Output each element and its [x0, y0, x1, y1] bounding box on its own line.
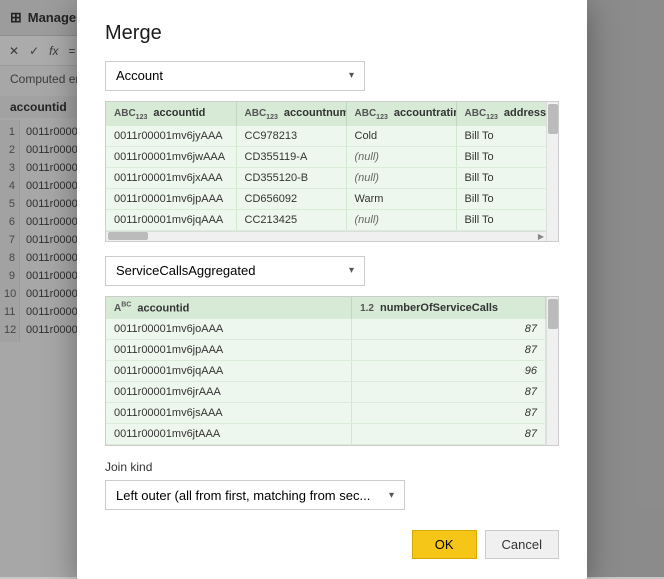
table1-body: 0011r00001mv6jyAAA CC978213 Cold Bill To…: [106, 126, 546, 231]
cell-accountid: 0011r00001mv6jrAAA: [106, 382, 352, 403]
table1-header: ABC123 accountid ABC123 accountnumber AB…: [106, 102, 546, 126]
join-kind-label: Join kind: [105, 460, 559, 474]
cell-address: Bill To: [456, 188, 546, 209]
table2-wrapper: ABC accountid 1.2 numberOfServiceCalls: [105, 296, 559, 446]
cell-rating: (null): [346, 167, 456, 188]
col-address1[interactable]: ABC123 address1_addr: [456, 102, 546, 126]
abc-icon: ABC123: [355, 108, 388, 119]
table-row: 0011r00001mv6jpAAA 87: [106, 340, 546, 361]
table-row: 0011r00001mv6jtAAA 87: [106, 424, 546, 445]
table2-body: 0011r00001mv6joAAA 87 0011r00001mv6jpAAA…: [106, 319, 546, 445]
cell-servicecount: 87: [352, 340, 546, 361]
cell-servicecount: 87: [352, 382, 546, 403]
join-kind-dropdown[interactable]: Left outer (all from first, matching fro…: [105, 480, 405, 510]
cell-servicecount: 87: [352, 403, 546, 424]
table2-dropdown-value: ServiceCallsAggregated: [116, 263, 255, 278]
col-accountid[interactable]: ABC123 accountid: [106, 102, 236, 126]
col2-servicecount[interactable]: 1.2 numberOfServiceCalls: [352, 297, 546, 319]
table-row: 0011r00001mv6jqAAA 96: [106, 361, 546, 382]
vscrollbar-thumb: [548, 104, 558, 134]
cell-accountnumber: CD355120-B: [236, 167, 346, 188]
cell-address: Bill To: [456, 126, 546, 147]
table-row: 0011r00001mv6jpAAA CD656092 Warm Bill To: [106, 188, 546, 209]
table2-container: ABC accountid 1.2 numberOfServiceCalls: [106, 297, 558, 445]
vscrollbar2-thumb: [548, 299, 558, 329]
cell-rating: Warm: [346, 188, 456, 209]
table-row: 0011r00001mv6jyAAA CC978213 Cold Bill To: [106, 126, 546, 147]
modal-overlay: Merge Account ▾: [0, 0, 664, 577]
table1-dropdown-value: Account: [116, 68, 163, 83]
ok-button[interactable]: OK: [412, 530, 477, 559]
table1-wrapper: ABC123 accountid ABC123 accountnumber AB…: [105, 101, 559, 242]
table2-dropdown[interactable]: ServiceCallsAggregated ▾: [105, 256, 365, 286]
cell-accountid: 0011r00001mv6jwAAA: [106, 146, 236, 167]
cancel-button[interactable]: Cancel: [485, 530, 559, 559]
cell-accountnumber: CD355119-A: [236, 146, 346, 167]
cell-accountid: 0011r00001mv6joAAA: [106, 319, 352, 340]
hscrollbar-thumb: [108, 232, 148, 240]
join-kind-value: Left outer (all from first, matching fro…: [116, 488, 370, 503]
table1-dropdown[interactable]: Account ▾: [105, 61, 365, 91]
cell-accountid: 0011r00001mv6jyAAA: [106, 126, 236, 147]
cell-accountid: 0011r00001mv6jpAAA: [106, 340, 352, 361]
cell-servicecount: 96: [352, 361, 546, 382]
abc-icon: ABC: [114, 303, 131, 314]
table2: ABC accountid 1.2 numberOfServiceCalls: [106, 297, 546, 445]
table2-header: ABC accountid 1.2 numberOfServiceCalls: [106, 297, 546, 319]
cell-accountnumber: CD656092: [236, 188, 346, 209]
abc-icon: ABC123: [114, 108, 147, 119]
cell-servicecount: 87: [352, 424, 546, 445]
merge-dialog: Merge Account ▾: [77, 0, 587, 579]
cell-accountnumber: CC213425: [236, 209, 346, 230]
cell-servicecount: 87: [352, 319, 546, 340]
cell-accountnumber: CC978213: [236, 126, 346, 147]
cell-accountid: 0011r00001mv6jqAAA: [106, 209, 236, 230]
cell-accountid: 0011r00001mv6jxAAA: [106, 167, 236, 188]
modal-title: Merge: [105, 22, 559, 45]
cell-accountid: 0011r00001mv6jqAAA: [106, 361, 352, 382]
table1: ABC123 accountid ABC123 accountnumber AB…: [106, 102, 546, 231]
table2-main: ABC accountid 1.2 numberOfServiceCalls: [106, 297, 546, 445]
cell-address: Bill To: [456, 167, 546, 188]
cell-address: Bill To: [456, 209, 546, 230]
col-accountnumber[interactable]: ABC123 accountnumber: [236, 102, 346, 126]
table1-main: ABC123 accountid ABC123 accountnumber AB…: [106, 102, 546, 241]
cell-rating: (null): [346, 146, 456, 167]
table-row: 0011r00001mv6joAAA 87: [106, 319, 546, 340]
cell-rating: Cold: [346, 126, 456, 147]
col-accountratingcode[interactable]: ABC123 accountratingcode: [346, 102, 456, 126]
table1-container: ABC123 accountid ABC123 accountnumber AB…: [106, 102, 558, 241]
dropdown2-chevron-icon: ▾: [349, 265, 354, 276]
abc-icon: ABC123: [245, 108, 278, 119]
dropdown1-chevron-icon: ▾: [349, 70, 354, 81]
num-icon: 1.2: [360, 303, 374, 314]
table-row: 0011r00001mv6jsAAA 87: [106, 403, 546, 424]
abc-icon: ABC123: [465, 108, 498, 119]
table-row: 0011r00001mv6jwAAA CD355119-A (null) Bil…: [106, 146, 546, 167]
col2-accountid[interactable]: ABC accountid: [106, 297, 352, 319]
cell-rating: (null): [346, 209, 456, 230]
table2-vscrollbar[interactable]: [546, 297, 558, 445]
table-row: 0011r00001mv6jqAAA CC213425 (null) Bill …: [106, 209, 546, 230]
table-row: 0011r00001mv6jrAAA 87: [106, 382, 546, 403]
modal-footer: OK Cancel: [105, 530, 559, 559]
table1-vscrollbar[interactable]: [546, 102, 558, 241]
cell-accountid: 0011r00001mv6jsAAA: [106, 403, 352, 424]
table1-hscrollbar[interactable]: ▶: [106, 231, 546, 241]
cell-accountid: 0011r00001mv6jtAAA: [106, 424, 352, 445]
join-kind-chevron-icon: ▾: [389, 490, 394, 501]
right-arrow-icon: ▶: [538, 232, 544, 241]
join-kind-section: Join kind Left outer (all from first, ma…: [105, 460, 559, 510]
cell-accountid: 0011r00001mv6jpAAA: [106, 188, 236, 209]
table-row: 0011r00001mv6jxAAA CD355120-B (null) Bil…: [106, 167, 546, 188]
cell-address: Bill To: [456, 146, 546, 167]
